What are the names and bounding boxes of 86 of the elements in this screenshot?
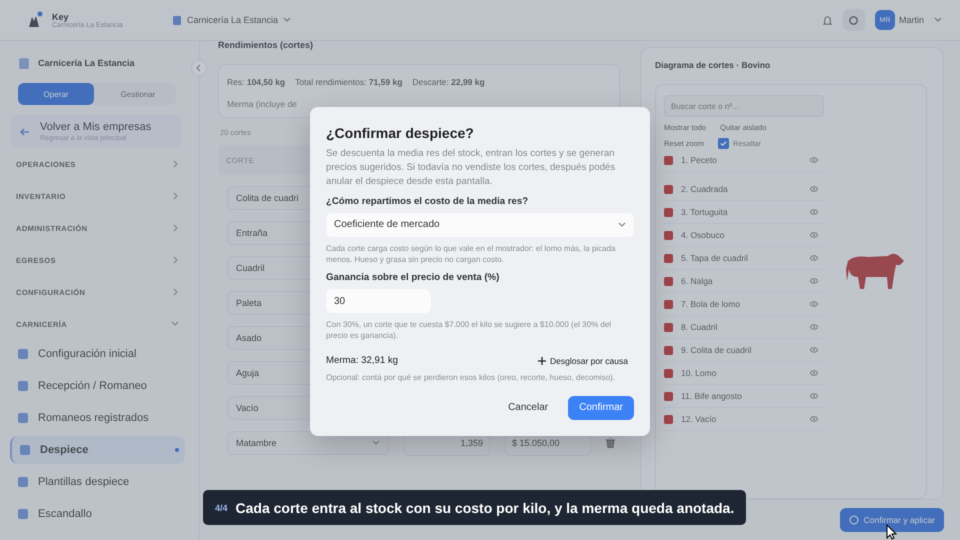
chevron-down-icon [171,321,179,327]
chevron-down-icon [618,222,626,228]
nav-item[interactable]: Recepción / Romaneo [10,372,185,400]
eye-icon[interactable] [810,347,818,353]
cost-method-select[interactable]: Coeficiente de mercado [326,212,634,237]
cut-list-item[interactable]: 4. Osobuco [664,224,824,247]
swatch-icon [664,322,673,332]
eye-icon[interactable] [810,324,818,330]
chevron-right-icon [173,288,179,296]
user-name[interactable]: Martin [898,15,924,25]
chevron-left-icon [196,64,202,72]
confirm-apply-button[interactable]: Confirmar y aplicar [840,508,944,532]
eye-icon[interactable] [810,209,818,215]
cut-list-item[interactable]: 6. Nalga [664,270,824,293]
chevron-down-icon [372,440,380,446]
company-name: Carnicería La Estancia [38,58,135,68]
settings-button[interactable] [842,9,865,31]
swatch-icon [664,230,673,240]
merma-note: Merma (incluye de [227,99,298,109]
stat-text: Total rendimientos: 71,59 kg [295,77,402,87]
swatch-icon [664,414,673,424]
confirm-button[interactable]: Confirmar [568,396,634,420]
nav-item[interactable]: Romaneos registrados [10,404,185,432]
eye-icon[interactable] [810,370,818,376]
swatch-icon [664,184,673,194]
mode-tab[interactable]: Operar [18,83,94,105]
nav-item[interactable]: Despiece [10,436,185,464]
panel-title: Diagrama de cortes · Bovino [655,60,772,70]
swatch-icon [664,208,673,216]
swatch-icon [664,346,673,354]
chevron-down-icon [934,17,942,23]
eye-icon[interactable] [810,157,818,163]
margin-input[interactable]: 30 [326,289,431,314]
cut-list-item[interactable]: 7. Bola de lomo [664,293,824,316]
trash-icon[interactable] [606,438,615,448]
mode-tab[interactable]: Gestionar [100,83,176,105]
chevron-right-icon [173,256,179,264]
nav-item[interactable]: Configuración inicial [10,340,185,368]
search-field[interactable]: Buscar corte o nº... [664,95,824,117]
swatch-icon [664,254,673,262]
cut-list-item[interactable]: 5. Tapa de cuadril [664,247,824,270]
chevron-right-icon [173,192,179,200]
eye-icon[interactable] [810,232,818,238]
eye-icon[interactable] [810,393,818,399]
cancel-button[interactable]: Cancelar [498,396,558,420]
breakdown-button[interactable]: Desglosar por causa [538,356,634,366]
cut-list-item[interactable]: 1. Peceto [664,149,824,172]
swatch-icon [664,368,673,378]
eye-icon[interactable] [810,416,818,422]
cut-list-item[interactable]: 8. Cuadril [664,316,824,339]
cut-list-item[interactable]: 10. Lomo [664,362,824,385]
cut-list-item[interactable]: 12. Vacío [664,408,824,431]
stat-text: Descarte: 22,99 kg [412,77,485,87]
app-name: Key [52,12,69,22]
cut-list-item[interactable]: 11. Bife angosto [664,385,824,408]
checkbox[interactable] [718,138,730,149]
stat-text: Res: 104,50 kg [227,77,286,87]
eye-icon[interactable] [810,186,818,192]
workspace-selector[interactable]: Carnicería La Estancia [172,15,292,25]
cut-list-item[interactable]: 2. Cuadrada [664,178,824,201]
swatch-icon [664,300,673,308]
swatch-icon [664,276,673,286]
cut-list-item[interactable]: 3. Tortuguita [664,201,824,224]
nav-item[interactable]: Escandallo [10,500,185,528]
active-dot [175,448,179,452]
eye-icon[interactable] [810,255,818,261]
back-title: Volver a Mis empresas [40,121,152,133]
collapse-button[interactable] [191,60,207,76]
swatch-icon [664,392,673,400]
logo-icon [26,11,44,29]
chevron-right-icon [173,224,179,232]
swatch-icon [664,156,673,164]
dialog-title: ¿Confirmar despiece? [326,125,475,141]
chevron-right-icon [173,160,179,168]
section-heading: Rendimientos (cortes) [218,40,314,50]
nav-item[interactable]: Plantillas despiece [10,468,185,496]
bell-icon[interactable] [822,14,833,26]
eye-icon[interactable] [810,278,818,284]
plus-icon [538,356,546,365]
eye-icon[interactable] [810,301,818,307]
caption-text: Cada corte entra al stock con su costo por kilo, y la merma queda anotada. [236,500,734,516]
arrow-left-icon [20,128,30,136]
cut-list-item[interactable]: 9. Colita de cuadril [664,339,824,362]
step-counter: 4/4 [215,502,228,512]
chevron-down-icon [283,17,292,23]
check-circle-icon [848,515,859,525]
